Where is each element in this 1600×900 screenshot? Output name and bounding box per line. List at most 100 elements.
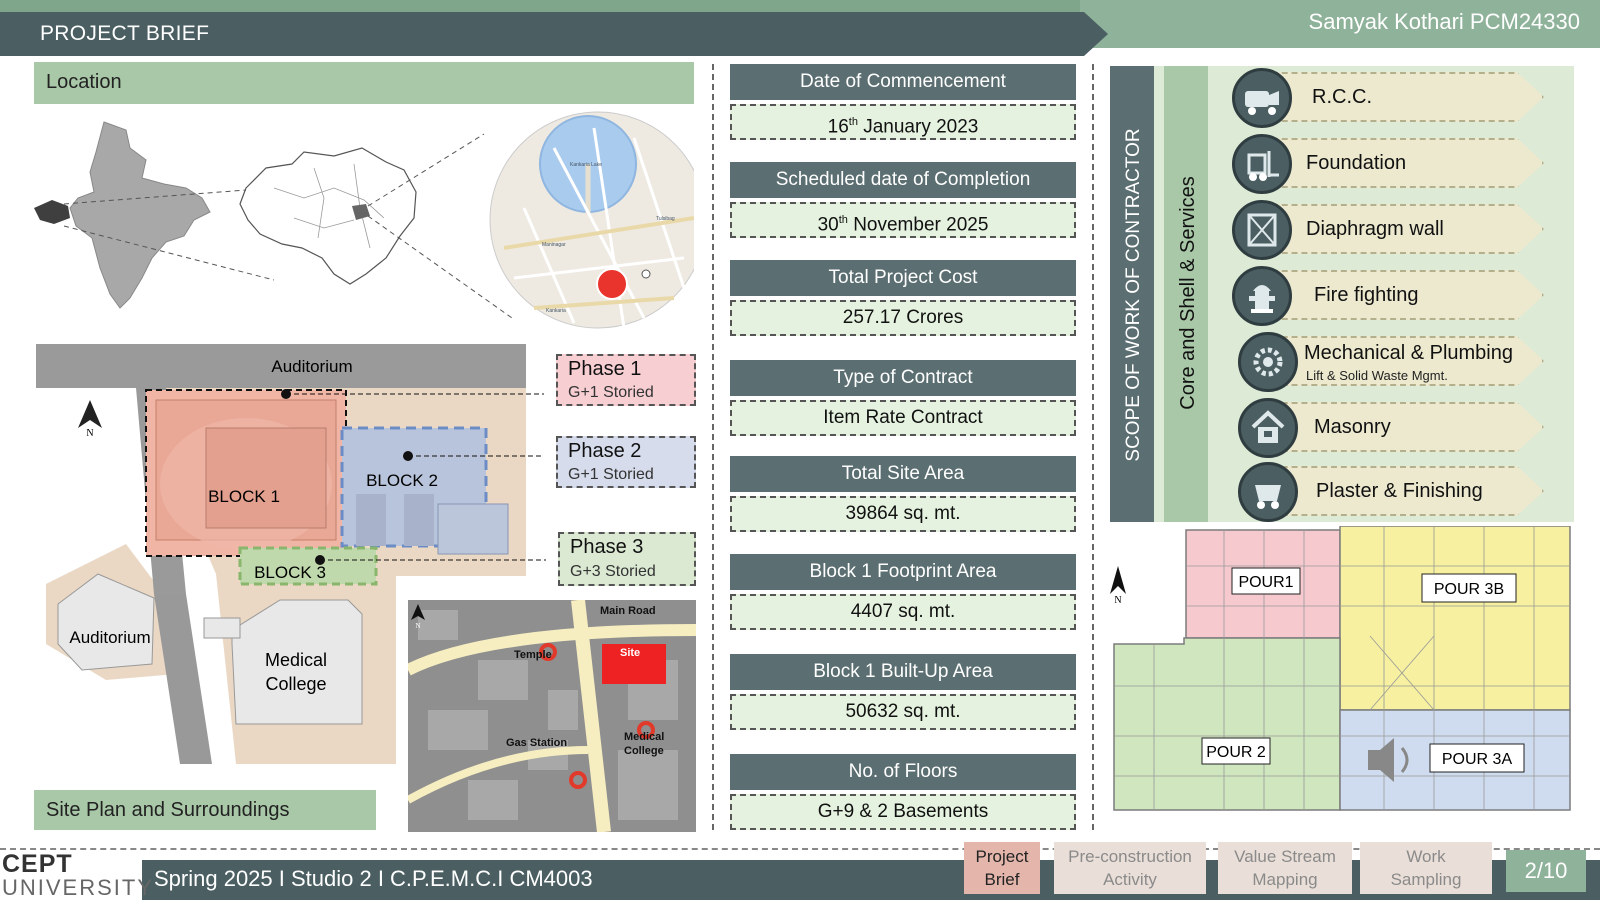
lake-map-label: Kankaria Lake: [570, 162, 602, 168]
cost-heading: Total Project Cost: [730, 260, 1076, 296]
tab-work-sampling[interactable]: Work Sampling: [1360, 842, 1492, 894]
tab-pre-construction-line2: Activity: [1103, 870, 1157, 889]
pour-plan-north-arrow-icon: [1110, 566, 1126, 594]
site-label: Site: [620, 647, 640, 659]
tab-project-brief[interactable]: Project Brief: [964, 842, 1040, 894]
author-name: Samyak Kothari PCM24330: [1308, 9, 1580, 34]
fire-hydrant-icon: [1232, 266, 1292, 326]
tab-value-stream-mapping[interactable]: Value Stream Mapping: [1218, 842, 1352, 894]
north-label: N: [86, 428, 93, 439]
gas-station-label: Gas Station: [506, 737, 567, 749]
north-arrow-icon: [78, 400, 102, 428]
main-road-label: Main Road: [600, 605, 656, 617]
tab-work-sampling-line2: Sampling: [1390, 870, 1462, 889]
pour1-label: POUR1: [1238, 574, 1293, 591]
concrete-mixer-icon: [1232, 68, 1292, 128]
tab-work-sampling-line1: Work: [1406, 847, 1446, 866]
scope-item-rcc: [1262, 72, 1544, 122]
forklift-icon: [1232, 134, 1292, 194]
phase-1-storeys: G+1 Storied: [568, 384, 654, 401]
tab-value-stream-line2: Mapping: [1252, 870, 1318, 889]
tab-project-brief-line2: Brief: [984, 870, 1020, 889]
phase-1-name: Phase 1: [568, 358, 642, 380]
scope-label-fire-fighting: Fire fighting: [1314, 284, 1419, 306]
logo-university: UNIVERSITY: [2, 875, 155, 900]
commencement-value: 16th January 2023: [730, 104, 1076, 140]
phase-2-storeys: G+1 Storied: [568, 466, 654, 483]
scope-subtitle: Core and Shell & Services: [1177, 176, 1199, 410]
auditorium-left-label: Auditorium: [69, 628, 150, 647]
commencement-day-suffix: th: [848, 116, 858, 128]
gujarat-map: [239, 147, 417, 285]
pour3a-label: POUR 3A: [1442, 751, 1513, 768]
tab-project-brief-line1: Project: [975, 847, 1029, 866]
location-maps: Kankaria Lake Tulsibag Maninagar Kankari…: [34, 111, 694, 329]
site-area-heading: Total Site Area: [730, 456, 1076, 492]
aerial-north-label: N: [415, 622, 420, 630]
scope-label-foundation: Foundation: [1306, 152, 1407, 174]
page-number: 2/10: [1506, 850, 1586, 892]
scope-label-masonry: Masonry: [1314, 416, 1391, 438]
commencement-month-year: January 2023: [857, 116, 979, 138]
site-plan-label: Site Plan and Surroundings: [34, 790, 376, 830]
aerial-medical-label-1: Medical: [624, 731, 664, 743]
phase-2-callout: Phase 2 G+1 Storied: [556, 436, 696, 488]
scope-label-plaster-finishing: Plaster & Finishing: [1316, 480, 1483, 502]
pour-plan: N POUR1 POUR 3B POUR 2 POUR 3A: [1110, 526, 1571, 811]
aerial-medical-label-2: College: [624, 745, 664, 757]
phase-3-callout: Phase 3 G+3 Storied: [558, 532, 696, 586]
divider-left: [712, 64, 714, 830]
block2-label: BLOCK 2: [366, 471, 438, 490]
floors-value: G+9 & 2 Basements: [730, 794, 1076, 830]
scope-item-masonry: [1262, 402, 1544, 452]
divider-right: [1092, 64, 1094, 830]
trolley-icon: [1238, 462, 1298, 522]
tab-pre-construction[interactable]: Pre-construction Activity: [1054, 842, 1206, 894]
phase-3-name: Phase 3: [570, 536, 644, 558]
floors-heading: No. of Floors: [730, 754, 1076, 790]
gear-icon: [1238, 332, 1298, 392]
area-map-label-2: Kankaria: [546, 308, 566, 314]
commencement-day: 16: [827, 116, 849, 138]
contract-value: Item Rate Contract: [730, 400, 1076, 436]
tab-pre-construction-line1: Pre-construction: [1068, 847, 1192, 866]
site-area-value: 39864 sq. mt.: [730, 496, 1076, 532]
completion-heading: Scheduled date of Completion: [730, 162, 1076, 198]
scope-title: SCOPE OF WORK OF CONTRACTOR: [1123, 128, 1144, 462]
location-label: Location: [34, 62, 694, 104]
pour-plan-north-label: N: [1114, 595, 1121, 606]
pour3b-label: POUR 3B: [1434, 581, 1504, 598]
course-info: Spring 2025 I Studio 2 I C.P.E.M.C.I CM4…: [154, 866, 593, 891]
surroundings-aerial-map: N Main Road Temple Site Gas Station Medi…: [408, 600, 696, 832]
scope-label-mechanical-plumbing: Mechanical & Plumbing: [1304, 342, 1513, 364]
footprint-heading: Block 1 Footprint Area: [730, 554, 1076, 590]
completion-month-year: November 2025: [847, 214, 989, 236]
temple-label: Temple: [514, 649, 552, 661]
city-map-circle: Kankaria Lake Tulsibag Maninagar Kankari…: [489, 111, 694, 329]
scope-sublabel-mechanical-plumbing: Lift & Solid Waste Mgmt.: [1306, 368, 1448, 383]
pour2-label: POUR 2: [1206, 744, 1266, 761]
house-icon: [1238, 398, 1298, 458]
tab-value-stream-line1: Value Stream: [1234, 847, 1336, 866]
area-map-label-1: Maninagar: [542, 242, 566, 248]
cost-value: 257.17 Crores: [730, 300, 1076, 336]
phase-3-storeys: G+3 Storied: [570, 563, 656, 580]
scope-label-rcc: R.C.C.: [1312, 86, 1372, 108]
medical-college-label-1: Medical: [265, 650, 327, 670]
block3-label: BLOCK 3: [254, 563, 326, 582]
commencement-heading: Date of Commencement: [730, 64, 1076, 100]
india-map: [34, 121, 211, 309]
built-up-heading: Block 1 Built-Up Area: [730, 654, 1076, 690]
block1-label: BLOCK 1: [208, 487, 280, 506]
page-title: PROJECT BRIEF: [40, 22, 210, 45]
lake-road-map-label: Tulsibag: [656, 216, 675, 222]
site-marker: [596, 268, 628, 300]
medical-college-label-2: College: [265, 674, 326, 694]
completion-day: 30: [817, 214, 839, 236]
wall-panel-icon: [1232, 200, 1292, 260]
phase-1-callout: Phase 1 G+1 Storied: [556, 354, 696, 406]
completion-day-suffix: th: [838, 214, 848, 226]
built-up-value: 50632 sq. mt.: [730, 694, 1076, 730]
footprint-value: 4407 sq. mt.: [730, 594, 1076, 630]
contract-heading: Type of Contract: [730, 360, 1076, 396]
